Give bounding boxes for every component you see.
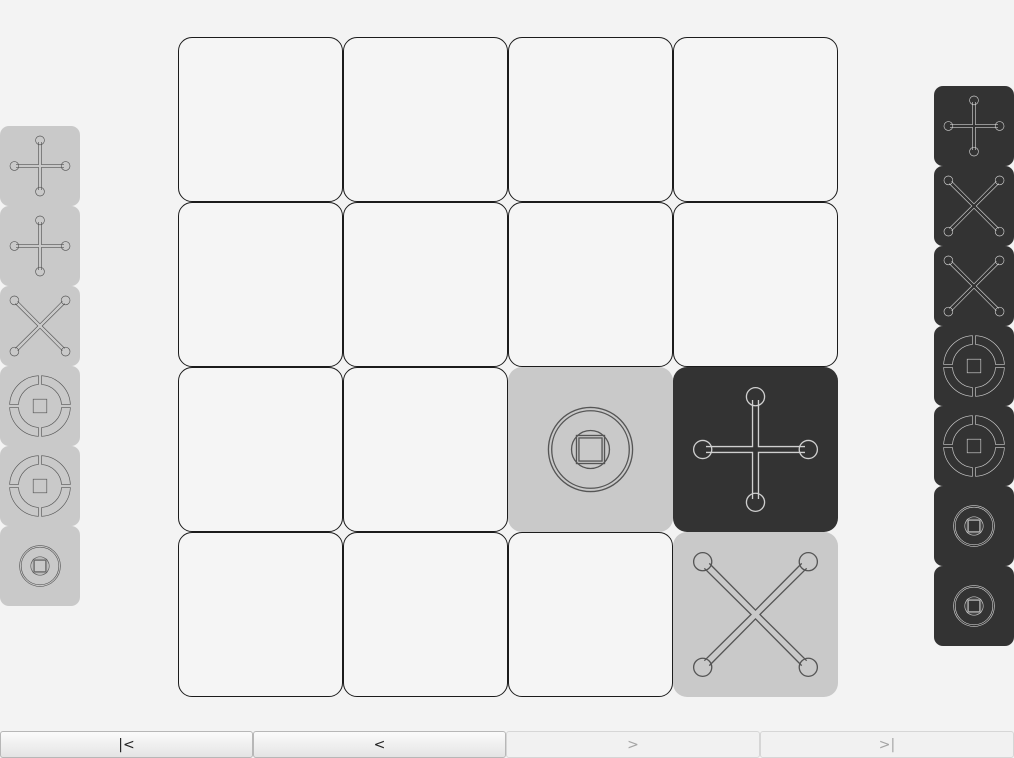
gapped-ring-square-icon — [9, 455, 71, 517]
game-board — [178, 37, 838, 697]
ring-square-icon — [19, 545, 61, 587]
light-plus-tray-piece[interactable] — [0, 206, 80, 286]
empty-cell-frame — [178, 532, 343, 697]
light-cross-piece[interactable] — [673, 532, 838, 697]
board-cell-r3-c0[interactable] — [178, 532, 343, 697]
ring-square-icon — [547, 406, 634, 493]
empty-cell-frame — [508, 37, 673, 202]
light-cross-tray-piece[interactable] — [0, 286, 80, 366]
light-plus-tray-piece[interactable] — [0, 126, 80, 206]
dark-plus-tray-piece[interactable] — [934, 86, 1014, 166]
board-cell-r2-c1[interactable] — [343, 367, 508, 532]
board-cell-r3-c2[interactable] — [508, 532, 673, 697]
dark-gapped-ring-square-tray-piece[interactable] — [934, 326, 1014, 406]
empty-cell-frame — [508, 202, 673, 367]
plus-icon — [9, 135, 71, 197]
dark-cross-tray-piece[interactable] — [934, 166, 1014, 246]
dark-ring-square-tray-piece[interactable] — [934, 566, 1014, 646]
gapped-ring-square-icon — [943, 415, 1005, 477]
last-move-button[interactable]: >| — [760, 731, 1014, 758]
light-gapped-ring-square-tray-piece[interactable] — [0, 366, 80, 446]
ring-square-icon — [953, 585, 995, 627]
empty-cell-frame — [178, 367, 343, 532]
gapped-ring-square-icon — [943, 335, 1005, 397]
light-ring-square-tray-piece[interactable] — [0, 526, 80, 606]
left-piece-tray — [0, 126, 80, 606]
board-cell-r1-c0[interactable] — [178, 202, 343, 367]
plus-icon — [692, 386, 819, 513]
empty-cell-frame — [508, 532, 673, 697]
board-cell-r2-c3[interactable] — [673, 367, 838, 532]
cross-icon — [943, 255, 1005, 317]
board-cell-r3-c3[interactable] — [673, 532, 838, 697]
board-cell-r1-c2[interactable] — [508, 202, 673, 367]
board-cell-r2-c0[interactable] — [178, 367, 343, 532]
board-cell-r0-c0[interactable] — [178, 37, 343, 202]
plus-icon — [9, 215, 71, 277]
board-cell-r1-c3[interactable] — [673, 202, 838, 367]
empty-cell-frame — [178, 202, 343, 367]
gapped-ring-square-icon — [9, 375, 71, 437]
empty-cell-frame — [343, 202, 508, 367]
empty-cell-frame — [343, 532, 508, 697]
empty-cell-frame — [673, 202, 838, 367]
previous-move-button[interactable]: < — [253, 731, 506, 758]
board-cell-r2-c2[interactable] — [508, 367, 673, 532]
cross-icon — [943, 175, 1005, 237]
dark-ring-square-tray-piece[interactable] — [934, 486, 1014, 566]
dark-cross-tray-piece[interactable] — [934, 246, 1014, 326]
empty-cell-frame — [178, 37, 343, 202]
board-cell-r1-c1[interactable] — [343, 202, 508, 367]
move-navigation-bar: |< < > >| — [0, 731, 1014, 758]
first-move-button[interactable]: |< — [0, 731, 253, 758]
board-cell-r0-c3[interactable] — [673, 37, 838, 202]
ring-square-icon — [953, 505, 995, 547]
board-cell-r0-c1[interactable] — [343, 37, 508, 202]
board-cell-r0-c2[interactable] — [508, 37, 673, 202]
board-cell-r3-c1[interactable] — [343, 532, 508, 697]
empty-cell-frame — [343, 367, 508, 532]
next-move-button[interactable]: > — [506, 731, 760, 758]
dark-plus-piece[interactable] — [673, 367, 838, 532]
empty-cell-frame — [343, 37, 508, 202]
cross-icon — [692, 551, 819, 678]
plus-icon — [943, 95, 1005, 157]
empty-cell-frame — [673, 37, 838, 202]
light-ring-square-piece[interactable] — [508, 367, 673, 532]
light-gapped-ring-square-tray-piece[interactable] — [0, 446, 80, 526]
right-piece-tray — [934, 86, 1014, 646]
dark-gapped-ring-square-tray-piece[interactable] — [934, 406, 1014, 486]
cross-icon — [9, 295, 71, 357]
